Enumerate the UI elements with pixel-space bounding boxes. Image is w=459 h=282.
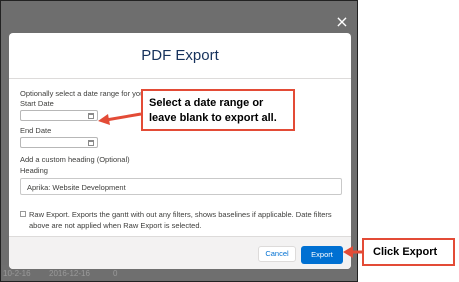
export-callout-arrowhead bbox=[343, 246, 353, 258]
date-callout-arrow-line bbox=[105, 112, 142, 122]
callout-arrows bbox=[98, 112, 362, 258]
date-callout-arrowhead bbox=[98, 114, 110, 125]
